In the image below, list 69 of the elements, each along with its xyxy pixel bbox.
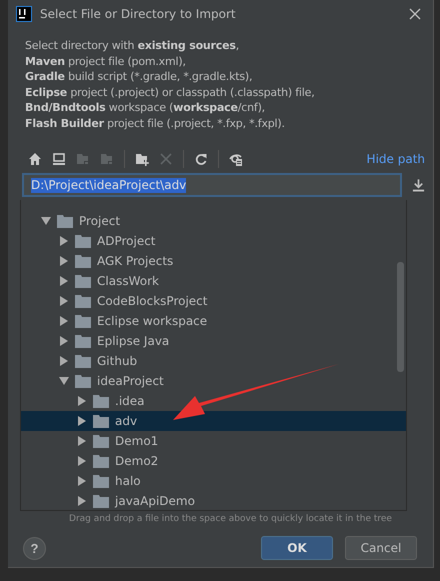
folder-icon [93,394,109,408]
expanded-triangle-icon[interactable] [41,216,51,226]
tree-item[interactable]: ADProject [21,231,406,251]
description-line: Select directory with existing sources, [25,38,240,54]
folder-icon [75,354,91,368]
tree-item-label: .idea [115,394,145,408]
tree-item-label: Project [79,214,120,228]
tree-item[interactable]: halo [21,471,406,491]
app-logo-icon [16,6,32,22]
new-folder-icon[interactable] [135,152,149,166]
tree-item[interactable]: CodeBlocksProject [21,291,406,311]
eye-document-icon[interactable] [229,152,243,166]
tree-item-label: halo [115,474,141,488]
folder-icon [75,234,91,248]
folder-icon [75,294,91,308]
tree-item-label: ADProject [97,234,156,248]
tree-item[interactable]: Eclipse workspace [21,311,406,331]
tree-item[interactable]: ideaProject [21,371,406,391]
close-icon[interactable] [409,8,421,20]
tree-item[interactable]: Demo1 [21,431,406,451]
tree-item-label: Eclipse workspace [97,314,208,328]
refresh-icon[interactable] [194,152,208,166]
help-button[interactable]: ? [23,536,46,560]
tree-item[interactable]: Github [21,351,406,371]
folder-icon [93,414,109,428]
folder-icon [93,434,109,448]
folder-icon [75,254,91,268]
folder-icon [93,454,109,468]
tree-item-label: ClassWork [97,274,159,288]
folder-icon [57,214,73,228]
home-icon[interactable] [28,152,42,166]
tree-item-label: AGK Projects [97,254,174,268]
scrollbar-thumb[interactable] [397,262,404,372]
monitor-icon[interactable] [52,152,66,166]
tree-item-label: Github [97,354,138,368]
tree-item[interactable]: ClassWork [21,271,406,291]
tree-item[interactable]: Project [21,211,406,231]
description-line: Maven project file (pom.xml), [25,54,187,69]
description-line: Bnd/Bndtools workspace (workspace/cnf), [25,100,266,116]
tree-item[interactable]: .idea [21,391,406,411]
tree-item[interactable]: Demo2 [21,451,406,471]
tree-item-label: Demo2 [115,454,158,468]
window-title: Select File or Directory to Import [40,7,237,21]
tree-item[interactable]: Eplipse Java [21,331,406,351]
download-icon[interactable] [412,178,425,192]
expanded-triangle-icon[interactable] [59,376,69,386]
folder-icon [75,274,91,288]
description-line: Gradle build script (*.gradle, *.gradle.kts), [25,69,254,84]
tree-item-label: javaApiDemo [115,494,195,508]
hint-text: Drag and drop a file into the space above to quickly locate it in the tree [68,514,393,524]
folder-icon [93,474,109,488]
tree-item[interactable]: adv [21,411,406,431]
hide-path-link[interactable]: Hide path [366,152,425,166]
description-line: Eclipse project (.project) or classpath (.classpath) file, [25,84,316,100]
tree-item-label: adv [115,414,138,428]
cancel-button[interactable]: Cancel [345,536,417,560]
tree-item[interactable]: AGK Projects [21,251,406,271]
tree-item-label: ideaProject [97,374,164,388]
description-line: Flash Builder project file (.project, *.fxp, *.fxpl). [25,116,286,131]
folder-icon [75,374,91,388]
folder-icon [75,334,91,348]
tree-item-label: CodeBlocksProject [97,294,208,308]
folder-icon [75,314,91,328]
tree-item-label: Eplipse Java [97,334,170,348]
tree-item[interactable]: javaApiDemo [21,491,406,510]
tree-item-label: Demo1 [115,434,158,448]
ok-button[interactable]: OK [261,536,333,560]
path-field[interactable]: D:\Project\ideaProject\adv [22,173,402,197]
folder-icon [93,494,109,508]
